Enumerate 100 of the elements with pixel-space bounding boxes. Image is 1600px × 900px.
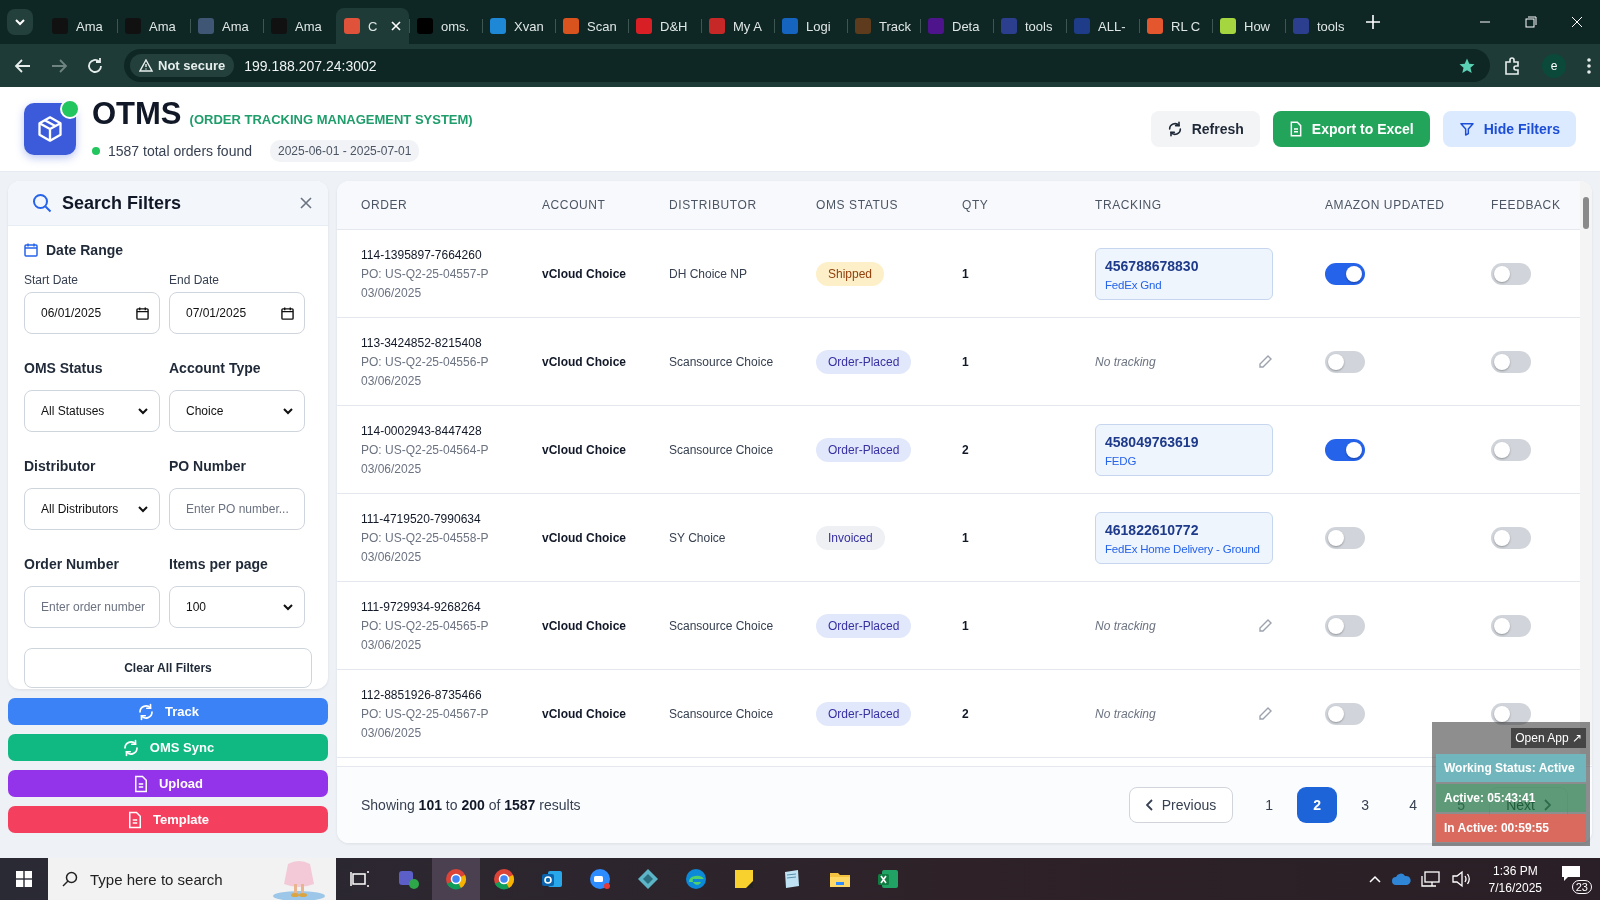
app-icon[interactable] [444,867,468,891]
calendar-icon [281,306,294,320]
dropdown[interactable]: 100 [169,586,305,628]
app-subtitle: (ORDER TRACKING MANAGEMENT SYSTEM) [189,112,473,127]
po-number: PO: US-Q2-25-04558-P [361,530,490,545]
toggle-switch[interactable] [1491,702,1531,725]
new-tab-icon[interactable] [1366,15,1380,29]
notification-icon[interactable] [1560,864,1582,884]
address-bar[interactable]: Not secure 199.188.207.24:3002 [124,49,1490,82]
action-button[interactable]: Template [8,806,328,833]
browser-tab[interactable]: My A [701,8,774,44]
table-cell-text: 2 [962,706,970,721]
network-icon[interactable] [1420,870,1441,888]
toggle-switch[interactable] [1491,262,1531,285]
hide-filters-button[interactable]: Hide Filters [1442,111,1576,147]
toggle-switch[interactable] [1325,702,1365,725]
browser-tab[interactable]: ALL- [1066,8,1139,44]
taskbar-search-field[interactable]: Type here to search [48,858,336,900]
status-badge: Order-Placed [816,701,912,726]
order-number: 111-9729934-9268264 [361,599,482,614]
page-button[interactable]: 4 [1393,787,1434,823]
toggle-switch[interactable] [1325,350,1365,373]
table-cell-text: vCloud Choice [542,530,627,545]
table-cell-text: Scansource Choice [669,618,775,633]
action-button[interactable]: Upload [8,770,328,797]
browser-tab[interactable]: Xvan [482,8,555,44]
column-header: AMAZON UPDATED [1325,198,1446,212]
tracking-card[interactable]: 458049763619 FEDG [1095,423,1273,476]
volume-icon[interactable] [1450,870,1471,888]
app-icon[interactable] [636,867,660,891]
browser-tab[interactable]: Ama [263,8,336,44]
input-field[interactable]: Enter PO number... [169,488,305,530]
chevron-up-icon[interactable] [1368,875,1381,883]
browser-tab[interactable]: Ama [190,8,263,44]
calendar-icon [24,243,38,257]
browser-tab[interactable]: Scan [555,8,628,44]
panel-title: Search Filters [62,192,182,214]
page-button[interactable]: 1 [1249,787,1290,823]
toggle-switch[interactable] [1325,614,1365,637]
start-icon[interactable] [16,871,32,887]
browser-tab[interactable]: oms. [409,8,482,44]
tracking-card[interactable]: 456788678830 FedEx Gnd [1095,247,1273,300]
date-field[interactable]: 06/01/2025 [24,292,160,334]
open-app-link[interactable]: Open App ↗ [1511,728,1586,748]
menu-icon[interactable] [1586,56,1592,75]
dropdown[interactable]: All Statuses [24,390,160,432]
inactive-time-bar: In Active: 00:59:55 [1436,814,1586,842]
page-button[interactable]: 2 [1297,787,1338,823]
app-icon[interactable] [876,867,900,891]
app-icon[interactable] [492,867,516,891]
toggle-switch[interactable] [1491,438,1531,461]
toggle-switch[interactable] [1491,614,1531,637]
browser-tab[interactable]: RL C [1139,8,1212,44]
table-cell-text: vCloud Choice [542,266,627,281]
app-icon[interactable] [588,867,612,891]
status-badge: Order-Placed [816,349,912,374]
clear-filters-button[interactable]: Clear All Filters [24,648,312,688]
clock-time: 1:36 PM [1492,863,1538,878]
tab-list-button[interactable] [7,9,33,35]
previous-button[interactable]: Previous [1128,787,1234,823]
action-button[interactable]: Track [8,698,328,725]
cloud-icon[interactable] [1390,872,1411,886]
column-header: OMS STATUS [816,198,900,212]
input-field[interactable]: Enter order number [24,586,160,628]
filter-icon [1458,121,1475,137]
toggle-switch[interactable] [1325,438,1365,461]
browser-tab[interactable]: Track [847,8,920,44]
toggle-switch[interactable] [1325,262,1365,285]
extensions-icon[interactable] [1502,55,1522,76]
toggle-switch[interactable] [1491,350,1531,373]
browser-tab[interactable]: How [1212,8,1285,44]
toggle-switch[interactable] [1491,526,1531,549]
toggle-switch[interactable] [1325,526,1365,549]
task-view-icon[interactable] [350,870,370,888]
page-button[interactable]: 3 [1345,787,1386,823]
dropdown[interactable]: Choice [169,390,305,432]
browser-tab[interactable]: tools [1285,8,1358,44]
column-header: FEEDBACK [1491,198,1562,212]
tracking-card[interactable]: 461822610772 FedEx Home Delivery - Ground [1095,511,1273,564]
browser-tab[interactable]: Ama [44,8,117,44]
browser-tab[interactable]: Deta [920,8,993,44]
app-icon[interactable] [732,867,756,891]
sync-icon [137,702,155,721]
refresh-button[interactable]: Refresh [1150,111,1260,147]
browser-tab[interactable]: C [336,8,409,44]
browser-tab[interactable]: Logi [774,8,847,44]
field-label: End Date [169,272,221,289]
app-title: OTMS [92,96,182,132]
app-icon[interactable] [684,867,708,891]
warning-icon [139,59,153,72]
dropdown[interactable]: All Distributors [24,488,160,530]
browser-tab[interactable]: Ama [117,8,190,44]
date-field[interactable]: 07/01/2025 [169,292,305,334]
browser-tab[interactable]: D&H [628,8,701,44]
browser-tab[interactable]: tools [993,8,1066,44]
scrollbar[interactable] [1580,181,1592,765]
po-number: PO: US-Q2-25-04567-P [361,706,490,721]
profile-avatar[interactable]: e [1542,53,1566,78]
security-chip[interactable]: Not secure [130,54,235,77]
no-tracking-text: No tracking [1095,354,1156,369]
